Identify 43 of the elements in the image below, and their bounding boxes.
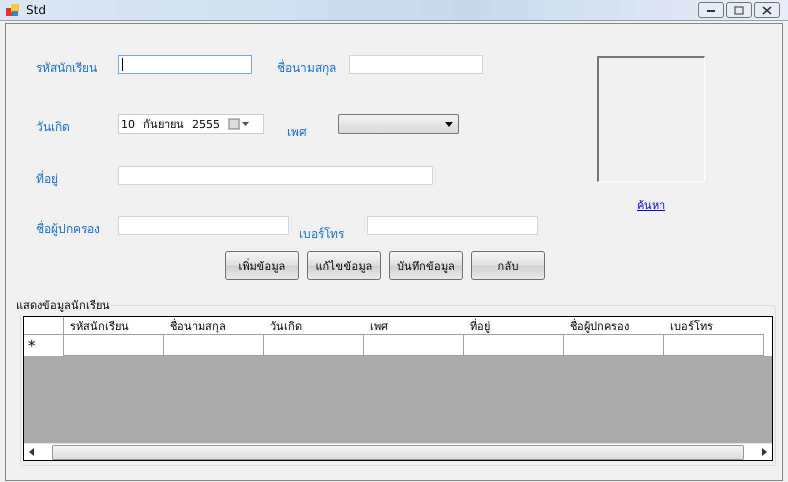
group-title: แสดงข้อมูลนักเรียน (15, 298, 111, 314)
field-label: วันเกิด (36, 119, 71, 136)
text-field[interactable] (367, 216, 538, 235)
close-icon (762, 6, 772, 14)
date-picker[interactable]: 10 กันยายน 2555 (118, 114, 264, 134)
text-field[interactable] (349, 55, 483, 74)
horizontal-scrollbar[interactable] (24, 443, 772, 460)
caret-icon (445, 122, 453, 126)
text-field[interactable] (118, 166, 433, 185)
field-label: ชื่อผู้ปกครอง (36, 220, 101, 238)
table-cell[interactable] (664, 335, 764, 356)
scroll-right-icon[interactable] (759, 447, 769, 457)
calendar-icon[interactable] (228, 118, 250, 130)
text-field[interactable] (118, 55, 252, 74)
table-cell[interactable] (464, 335, 564, 356)
maximize-icon (734, 6, 744, 14)
dropdown[interactable] (338, 114, 459, 134)
app-icon (6, 3, 20, 17)
table-cell[interactable] (564, 335, 664, 356)
table-cell[interactable] (264, 335, 364, 356)
scroll-left-icon[interactable] (27, 447, 37, 457)
action-button[interactable]: กลับ (471, 251, 545, 280)
field-label: ชื่อนามสกุล (277, 58, 337, 77)
minimize-button[interactable] (698, 2, 724, 18)
date-month: กันยายน (143, 117, 184, 133)
close-button[interactable] (754, 2, 780, 18)
window-title: Std (26, 3, 46, 17)
text-field[interactable] (118, 216, 289, 235)
table-cell[interactable] (64, 335, 164, 356)
date-year: 2555 (192, 118, 220, 130)
table-cell[interactable] (364, 335, 464, 356)
action-button[interactable]: บันทึกข้อมูล (389, 251, 463, 280)
maximize-button[interactable] (726, 2, 752, 18)
action-button[interactable]: เพิ่มข้อมูล (225, 251, 299, 280)
action-button[interactable]: แก้ไขข้อมูล (307, 251, 381, 280)
field-label: ที่อยู่ (36, 170, 59, 188)
date-day: 10 (121, 118, 135, 130)
field-label: เบอร์โทร (299, 226, 345, 243)
minimize-icon (706, 7, 716, 13)
field-label: รหัสนักเรียน (36, 60, 98, 77)
table-cell[interactable] (164, 335, 264, 356)
field-label: เพศ (287, 124, 308, 141)
search-link[interactable]: ค้นหา (637, 196, 665, 214)
